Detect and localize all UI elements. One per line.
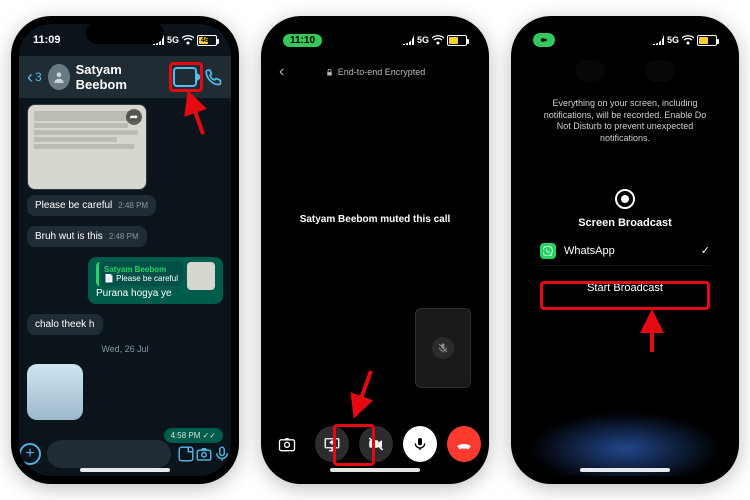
status-time-pill[interactable]: 11:10 — [283, 34, 322, 47]
callout-box — [540, 281, 710, 310]
contact-name[interactable]: Satyam Beebom — [76, 62, 161, 92]
callout-box — [333, 424, 375, 466]
phone-frame-call: 11:10 5G ‹ End-to-end Encrypted Satyam B… — [261, 16, 489, 484]
dynamic-island — [86, 22, 164, 44]
bottom-glow — [529, 412, 721, 476]
screen-chat: 11:09 5G 46 ‹3 Satyam Beebom — [19, 24, 231, 476]
message-in[interactable]: chalo theek h — [27, 314, 103, 335]
dynamic-island — [586, 22, 664, 44]
message-out-reply[interactable]: Satyam Beebom📄 Please be careful Purana … — [88, 257, 223, 304]
network-label: 5G — [417, 35, 429, 45]
app-row-whatsapp[interactable]: WhatsApp ✓ — [540, 237, 710, 266]
wifi-icon — [682, 35, 694, 45]
callout-box — [169, 62, 203, 92]
network-label: 5G — [167, 35, 179, 45]
back-button[interactable]: ‹3 — [27, 67, 42, 88]
blurred-controls — [519, 60, 731, 90]
message-in[interactable]: Please be careful2:48 PM — [27, 195, 156, 216]
whatsapp-icon — [540, 243, 556, 259]
date-divider: Wed, 26 Jul — [101, 340, 148, 358]
sticker-message[interactable] — [27, 364, 83, 420]
attach-button[interactable]: + — [19, 443, 41, 465]
call-header: ‹ End-to-end Encrypted — [269, 56, 481, 88]
forward-icon[interactable]: ➦ — [126, 109, 142, 125]
phone-frame-chat: 11:09 5G 46 ‹3 Satyam Beebom — [11, 16, 239, 484]
network-label: 5G — [667, 35, 679, 45]
check-icon: ✓ — [701, 244, 710, 257]
battery-icon — [697, 35, 717, 46]
sticker-icon[interactable] — [177, 445, 195, 463]
broadcast-info-text: Everything on your screen, including not… — [519, 90, 731, 145]
mic-icon[interactable] — [213, 445, 231, 463]
message-input[interactable] — [47, 440, 171, 468]
screen-broadcast: 5G Everything on your screen, including … — [519, 24, 731, 476]
reply-thumbnail — [187, 262, 215, 290]
avatar[interactable] — [48, 64, 70, 90]
mute-button[interactable] — [403, 426, 437, 462]
home-indicator[interactable] — [80, 468, 170, 472]
message-in[interactable]: Bruh wut is this2:48 PM — [27, 226, 147, 247]
app-name: WhatsApp — [564, 245, 615, 257]
call-controls — [269, 426, 481, 462]
screen-call: 11:10 5G ‹ End-to-end Encrypted Satyam B… — [269, 24, 481, 476]
call-status-text: Satyam Beebom muted this call — [269, 214, 481, 225]
mic-off-icon — [432, 337, 454, 359]
encryption-label: End-to-end Encrypted — [338, 67, 426, 77]
home-indicator[interactable] — [580, 468, 670, 472]
callout-arrow — [181, 90, 211, 143]
wifi-icon — [182, 35, 194, 45]
back-button[interactable]: ‹ — [279, 63, 284, 81]
camera-pill-icon[interactable] — [533, 33, 555, 47]
switch-camera-button[interactable] — [269, 429, 305, 459]
end-call-button[interactable] — [447, 426, 481, 462]
self-video-preview[interactable] — [415, 308, 471, 388]
lock-icon — [325, 68, 334, 77]
image-message[interactable]: ➦ — [27, 104, 147, 190]
record-icon — [615, 189, 635, 209]
voice-call-button[interactable] — [203, 65, 223, 89]
phone-frame-broadcast: 5G Everything on your screen, including … — [511, 16, 739, 484]
chat-input-bar: + — [19, 436, 231, 472]
wifi-icon — [432, 35, 444, 45]
callout-arrow — [349, 369, 379, 424]
battery-icon — [447, 35, 467, 46]
battery-icon: 46 — [197, 35, 217, 46]
callout-arrow — [637, 310, 667, 360]
camera-icon[interactable] — [195, 445, 213, 463]
chat-body[interactable]: ➦ Please be careful2:48 PM Bruh wut is t… — [19, 98, 231, 436]
status-time: 11:09 — [33, 34, 61, 46]
reply-preview: Satyam Beebom📄 Please be careful — [96, 262, 183, 286]
broadcast-title: Screen Broadcast — [578, 217, 672, 229]
dynamic-island — [336, 22, 414, 44]
home-indicator[interactable] — [330, 468, 420, 472]
